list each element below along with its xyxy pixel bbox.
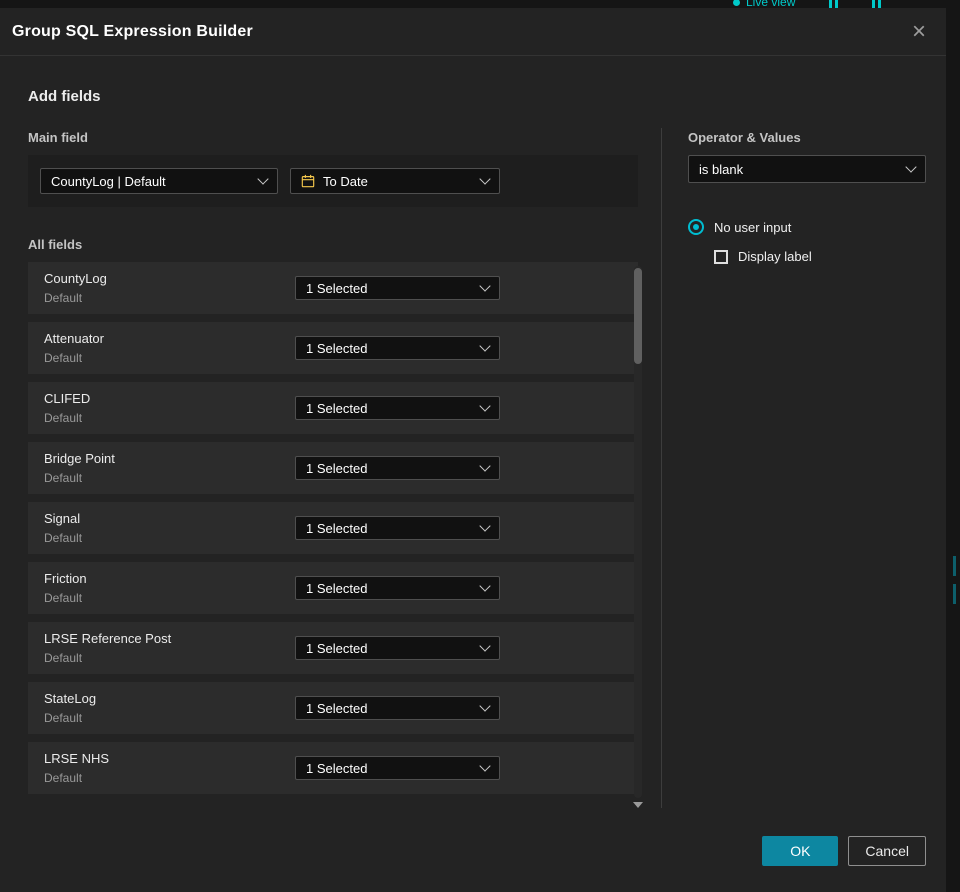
operator-select[interactable]: is blank [688,155,926,183]
select-value: 1 Selected [306,400,368,416]
radio-selected-icon[interactable] [688,219,704,235]
scroll-down-arrow-icon[interactable] [633,802,643,808]
dialog-footer: OK Cancel [762,836,926,866]
select-value: 1 Selected [306,700,368,716]
field-row: StateLog Default 1 Selected [28,682,638,734]
cancel-button[interactable]: Cancel [848,836,926,866]
field-selection-dropdown[interactable]: 1 Selected [295,516,500,540]
chevron-down-icon [905,161,917,173]
background-app-bar: Live view [0,0,946,8]
field-selection-dropdown[interactable]: 1 Selected [295,396,500,420]
select-value: 1 Selected [306,280,368,296]
chevron-down-icon [479,340,491,352]
live-view-label: Live view [746,0,796,8]
select-value: 1 Selected [306,460,368,476]
main-field-select[interactable]: CountyLog | Default [40,168,278,194]
chevron-down-icon [479,400,491,412]
radio-dot [693,224,699,230]
main-field-select-value: CountyLog | Default [51,173,166,189]
no-user-input-option[interactable]: No user input [688,219,926,235]
field-selection-dropdown[interactable]: 1 Selected [295,276,500,300]
scrollbar-thumb[interactable] [634,268,642,364]
main-field-date-select[interactable]: To Date [290,168,500,194]
checkbox-unchecked-icon[interactable] [714,249,728,264]
select-value: 1 Selected [306,640,368,656]
field-row: Friction Default 1 Selected [28,562,638,614]
field-row: CountyLog Default 1 Selected [28,262,638,314]
display-label-label: Display label [738,249,812,264]
chevron-down-icon [257,173,269,185]
field-selection-dropdown[interactable]: 1 Selected [295,576,500,600]
operator-values-label: Operator & Values [688,130,801,145]
field-list-scrollbar[interactable] [634,266,642,798]
panel-divider [661,128,662,808]
display-label-option[interactable]: Display label [714,249,926,264]
no-user-input-label: No user input [714,219,792,235]
all-fields-label: All fields [28,237,83,252]
field-row: LRSE Reference Post Default 1 Selected [28,622,638,674]
group-sql-expression-builder-dialog: Group SQL Expression Builder × Add field… [0,8,946,892]
chevron-down-icon [479,280,491,292]
chevron-down-icon [479,700,491,712]
chevron-down-icon [479,580,491,592]
select-value: 1 Selected [306,520,368,536]
chevron-down-icon [479,173,491,185]
chevron-down-icon [479,640,491,652]
close-icon[interactable]: × [906,19,932,44]
background-toolbar-icon [872,0,882,8]
dialog-title: Group SQL Expression Builder [12,22,253,40]
chevron-down-icon [479,460,491,472]
dialog-header: Group SQL Expression Builder × [0,8,946,56]
main-field-label: Main field [28,130,88,145]
field-list: CountyLog Default 1 Selected Attenuator … [28,262,638,794]
ok-button[interactable]: OK [762,836,839,866]
field-selection-dropdown[interactable]: 1 Selected [295,336,500,360]
field-row: Bridge Point Default 1 Selected [28,442,638,494]
field-selection-dropdown[interactable]: 1 Selected [295,456,500,480]
select-value: 1 Selected [306,760,368,776]
operator-select-value: is blank [699,161,744,177]
section-title: Add fields [28,88,101,105]
live-view-toggle: Live view [733,0,795,8]
field-row: Signal Default 1 Selected [28,502,638,554]
select-value: 1 Selected [306,580,368,596]
chevron-down-icon [479,520,491,532]
main-field-bar: CountyLog | Default To Date [28,155,638,207]
field-selection-dropdown[interactable]: 1 Selected [295,756,500,780]
field-selection-dropdown[interactable]: 1 Selected [295,696,500,720]
field-row: Attenuator Default 1 Selected [28,322,638,374]
fields-panel: Main field CountyLog | Default To Date A… [28,130,638,802]
date-select-value: To Date [323,173,368,189]
live-view-indicator-icon [733,0,740,6]
calendar-icon [301,174,315,188]
background-toolbar-icon [829,0,839,8]
background-artifact [953,584,956,604]
chevron-down-icon [479,760,491,772]
select-value: 1 Selected [306,340,368,356]
field-row: CLIFED Default 1 Selected [28,382,638,434]
operator-values-panel: Operator & Values is blank No user input… [688,130,926,264]
field-selection-dropdown[interactable]: 1 Selected [295,636,500,660]
field-row: LRSE NHS Default 1 Selected [28,742,638,794]
background-artifact [953,556,956,576]
